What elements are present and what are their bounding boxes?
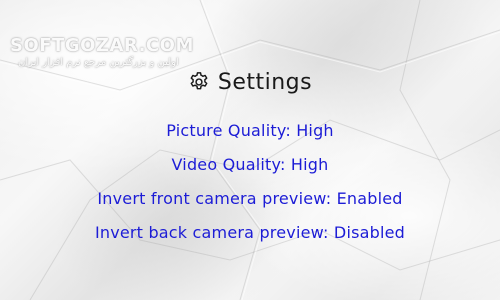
picture-quality-setting[interactable]: Picture Quality: High (0, 114, 500, 148)
page-title: Settings (217, 69, 313, 95)
gear-icon (188, 71, 210, 93)
video-quality-setting[interactable]: Video Quality: High (0, 148, 500, 182)
invert-front-camera-setting[interactable]: Invert front camera preview: Enabled (0, 182, 500, 216)
settings-list: Picture Quality: High Video Quality: Hig… (0, 114, 500, 250)
settings-header: Settings (0, 66, 500, 98)
invert-back-camera-setting[interactable]: Invert back camera preview: Disabled (0, 216, 500, 250)
